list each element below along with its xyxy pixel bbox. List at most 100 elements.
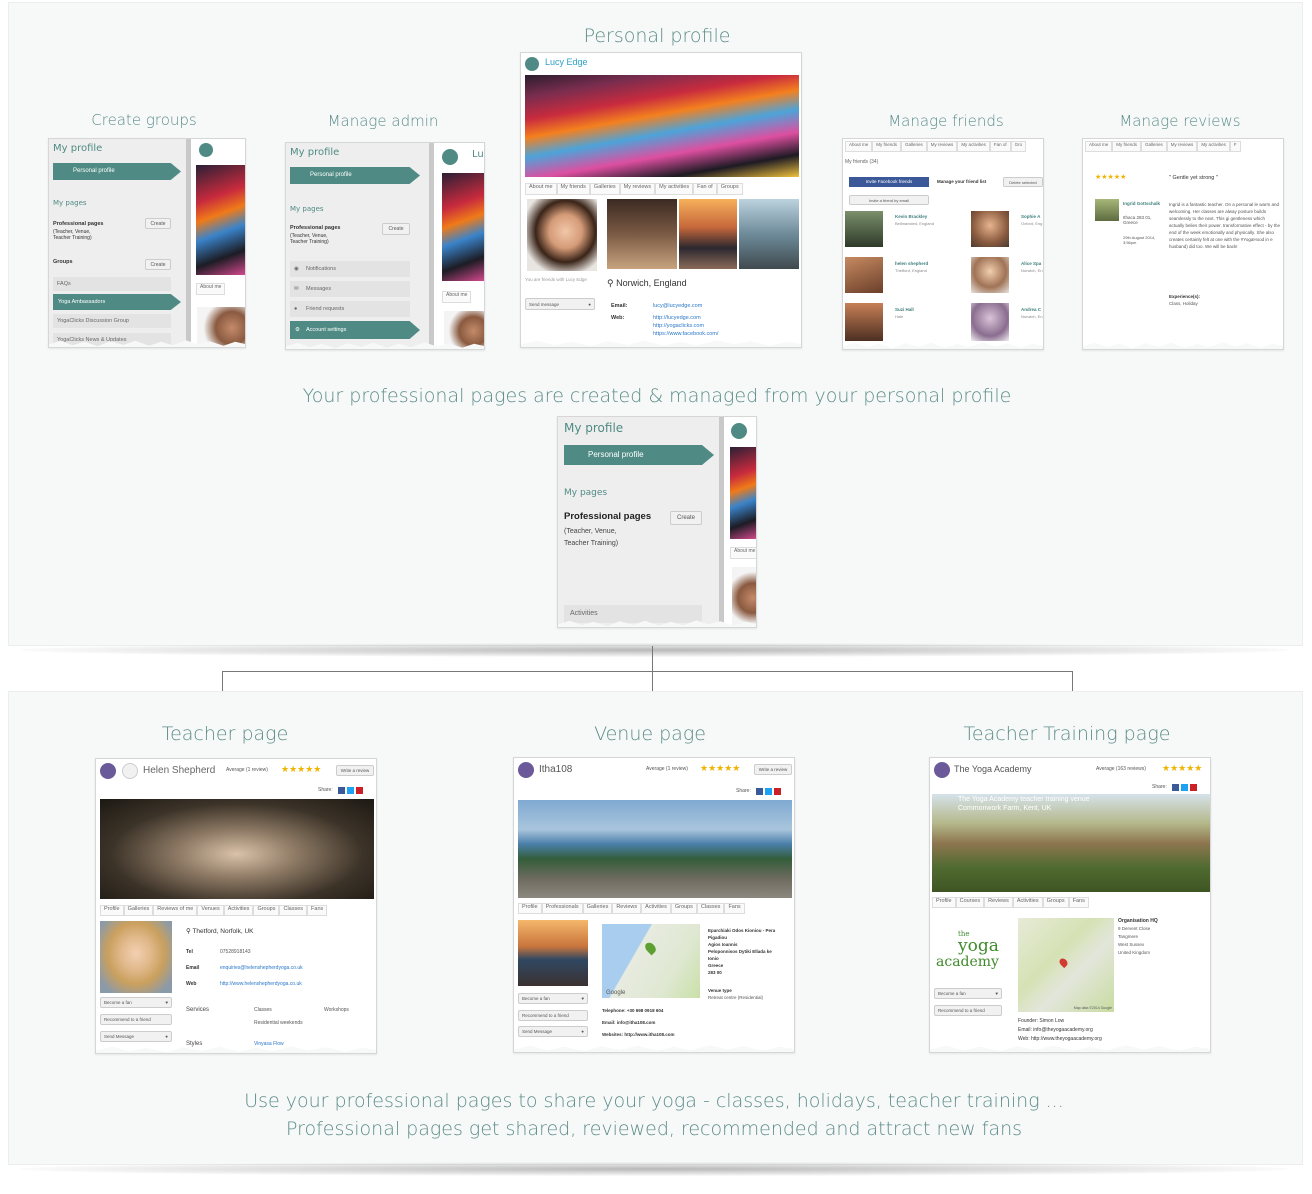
tab-galleries[interactable]: Galleries (589, 183, 620, 194)
tab-reviews-of-me[interactable]: Reviews of me (153, 905, 198, 915)
friend-requests-link[interactable]: ● Friend requests (290, 301, 410, 317)
tab-fans[interactable]: Fans (307, 905, 328, 915)
web-link-2[interactable]: http://yogaclicks.com (653, 323, 704, 329)
discussion-group-link[interactable]: YogaClicks Discussion Group (53, 314, 171, 328)
tab-my-activities[interactable]: My activities (1197, 141, 1230, 151)
invite-email-button[interactable]: Invite a friend by email (849, 195, 929, 205)
tab-groups[interactable]: Groups (670, 903, 697, 913)
pinterest-icon[interactable] (356, 787, 363, 794)
tab-profile[interactable]: Profile (932, 897, 956, 907)
venue-web[interactable]: Websites: http://www.itha108.com (602, 1032, 675, 1037)
web-link-1[interactable]: http://lucyedge.com (653, 315, 701, 321)
invite-facebook-button[interactable]: Invite Facebook friends (849, 177, 929, 187)
tab-courses[interactable]: Courses (955, 897, 985, 907)
tab-galleries[interactable]: Galleries (1141, 141, 1167, 151)
my-profile-heading[interactable]: My profile (290, 147, 339, 158)
friend-name-2[interactable]: Sophie A (1021, 214, 1040, 219)
email-link[interactable]: lucy@lucyedge.com (653, 303, 702, 309)
friend-name-3[interactable]: helen shepherd (895, 261, 928, 266)
personal-profile-link[interactable]: Personal profile (564, 445, 714, 465)
friend-name-4[interactable]: Alice Spa (1021, 261, 1041, 266)
tab-my-friends[interactable]: My friends (1112, 141, 1142, 151)
tab-fans[interactable]: Fans (724, 903, 745, 913)
become-fan-button[interactable]: Become a fan ♥ (934, 988, 1002, 999)
twitter-icon[interactable] (347, 787, 354, 794)
my-profile-heading[interactable]: My profile (564, 421, 623, 435)
tab-my-reviews[interactable]: My reviews (1166, 141, 1198, 151)
academy-email[interactable]: Email: info@theyogaacademy.org (1018, 1027, 1093, 1033)
tab-groups[interactable]: Groups (716, 183, 743, 194)
tab-my-activities[interactable]: My activities (957, 141, 990, 151)
tab-reviews[interactable]: Reviews (612, 903, 642, 913)
create-group-button[interactable]: Create (145, 259, 171, 270)
tab-groups[interactable]: Groups (1042, 897, 1069, 907)
tab-about-me[interactable]: About me (442, 291, 472, 302)
tab-reviews[interactable]: Reviews (984, 897, 1013, 907)
pinterest-icon[interactable] (774, 788, 781, 795)
tab-professionals[interactable]: Professionals (541, 903, 583, 913)
tab-about-me[interactable]: About me (196, 283, 226, 294)
web-link-3[interactable]: https://www.facebook.com/ (653, 331, 718, 337)
tab-profile[interactable]: Profile (100, 905, 124, 915)
my-pages-heading[interactable]: My pages (53, 199, 87, 207)
personal-profile-link[interactable]: Personal profile (53, 163, 181, 180)
tab-about-me[interactable]: About me (1085, 141, 1113, 151)
yoga-ambassadors-link[interactable]: Yoga Ambassadors (53, 294, 181, 310)
tab-my-friends[interactable]: My friends (872, 141, 902, 151)
friend-name-5[interactable]: Suzi Hall (895, 307, 914, 312)
tab-galleries[interactable]: Galleries (123, 905, 154, 915)
tab-fan-of[interactable]: Fan of (693, 183, 717, 194)
tab-groups[interactable]: Groups (253, 905, 280, 915)
tab-activities[interactable]: Activities (1012, 897, 1043, 907)
account-settings-link[interactable]: ⚙ Account settings (290, 321, 420, 339)
tab-profile[interactable]: Profile (518, 903, 542, 913)
delete-selected-button[interactable]: Delete selected (1003, 177, 1043, 187)
create-button[interactable]: Create (145, 218, 171, 229)
recommend-button[interactable]: Recommend to a friend (100, 1014, 172, 1025)
send-message-button[interactable]: Send Message ● (518, 1026, 588, 1037)
send-message-button[interactable]: Send message ● (525, 298, 595, 310)
facebook-icon[interactable] (756, 788, 763, 795)
become-fan-button[interactable]: Become a fan ♥ (518, 993, 588, 1004)
academy-web[interactable]: Web: http://www.theyogaacademy.org (1018, 1036, 1102, 1042)
tab-my-friends[interactable]: My friends (556, 183, 590, 194)
tab-galleries[interactable]: Galleries (582, 903, 613, 913)
tab-groups[interactable]: Gro (1010, 141, 1027, 151)
friend-name-1[interactable]: Kevin Brackley (895, 214, 927, 219)
create-button[interactable]: Create (670, 511, 702, 525)
pinterest-icon[interactable] (1190, 784, 1197, 791)
tab-about-me[interactable]: About me (525, 183, 557, 194)
write-review-button[interactable]: Write a review (336, 765, 374, 776)
recommend-button[interactable]: Recommend to a friend (518, 1010, 588, 1021)
messages-link[interactable]: ✉ Messages (290, 281, 410, 297)
tab-activities[interactable]: Activities (641, 903, 671, 913)
tab-about-me[interactable]: About me (730, 547, 756, 558)
twitter-icon[interactable] (1181, 784, 1188, 791)
tab-venues[interactable]: Venues (197, 905, 224, 915)
faqs-link[interactable]: FAQs (53, 277, 171, 291)
tab-fan-of[interactable]: Fan of (989, 141, 1011, 151)
styles-link[interactable]: Vinyasa Flow (254, 1041, 284, 1047)
reviewer-name[interactable]: Ingrid Gottschalk (1123, 201, 1163, 206)
tab-classes[interactable]: Classes (279, 905, 308, 915)
email-link[interactable]: enquiries@helenshepherdyoga.co.uk (220, 965, 303, 971)
send-message-button[interactable]: Send Message ● (100, 1031, 172, 1042)
friend-name-6[interactable]: Andrea C (1021, 307, 1041, 312)
tab-galleries[interactable]: Galleries (901, 141, 927, 151)
recommend-button[interactable]: Recommend to a friend (934, 1005, 1002, 1016)
facebook-icon[interactable] (338, 787, 345, 794)
become-fan-button[interactable]: Become a fan ♥ (100, 997, 172, 1008)
my-pages-heading[interactable]: My pages (564, 488, 607, 498)
web-link[interactable]: http://www.helenshepherdyoga.co.uk (220, 981, 302, 987)
personal-profile-link[interactable]: Personal profile (290, 167, 420, 184)
manage-friend-list[interactable]: Manage your friend list (937, 179, 986, 184)
tab-about-me[interactable]: About me (845, 141, 873, 151)
create-button[interactable]: Create (382, 223, 410, 235)
my-profile-heading[interactable]: My profile (53, 143, 102, 154)
tab-classes[interactable]: Classes (696, 903, 725, 913)
tab-fan-of[interactable]: F (1229, 141, 1241, 151)
my-pages-heading[interactable]: My pages (290, 205, 324, 213)
tab-activities[interactable]: Activities (223, 905, 254, 915)
tab-my-activities[interactable]: My activities (655, 183, 694, 194)
notifications-link[interactable]: ◉ Notifications (290, 261, 410, 277)
